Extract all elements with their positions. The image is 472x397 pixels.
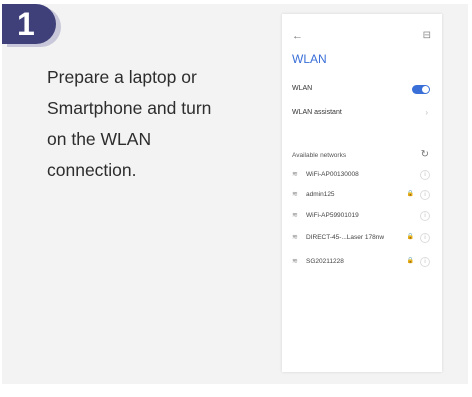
arrow-left-icon[interactable]: ← <box>292 30 303 42</box>
scan-icon[interactable]: ⊟ <box>423 30 431 42</box>
wlan-toggle-row[interactable]: WLAN <box>292 84 432 96</box>
wlan-toggle[interactable] <box>412 85 430 94</box>
chevron-right-icon: › <box>425 108 428 117</box>
step-number: 1 <box>17 6 35 42</box>
phone-topbar: ← ⊟ <box>282 30 442 44</box>
wlan-assistant-label: WLAN assistant <box>292 109 342 116</box>
instruction-line: connection. <box>47 160 137 180</box>
refresh-icon[interactable]: ↻ <box>421 149 429 160</box>
page-title: WLAN <box>292 52 327 66</box>
info-icon[interactable]: i <box>420 233 430 243</box>
wifi-icon: ≋ <box>292 212 298 219</box>
instruction-line: Smartphone and turn <box>47 98 212 118</box>
network-name: admin125 <box>306 191 335 198</box>
network-name: WiFi-AP00130008 <box>306 171 359 178</box>
network-item[interactable]: ≋ DIRECT-45-...Laser 178nw 🔒 i <box>292 233 432 245</box>
info-icon[interactable]: i <box>420 170 430 180</box>
instruction-line: on the WLAN <box>47 129 152 149</box>
lock-icon: 🔒 <box>406 234 414 240</box>
lock-icon: 🔒 <box>406 258 414 264</box>
wifi-icon: ≋ <box>292 258 298 265</box>
wlan-assistant-row[interactable]: WLAN assistant › <box>292 108 432 120</box>
network-name: DIRECT-45-...Laser 178nw <box>306 234 385 241</box>
network-name: SG20211228 <box>306 258 344 265</box>
info-icon[interactable]: i <box>420 211 430 221</box>
wifi-icon: ≋ <box>292 171 298 178</box>
network-item[interactable]: ≋ SG20211228 🔒 i <box>292 257 432 269</box>
network-name: WiFi-AP59901019 <box>306 212 359 219</box>
network-item[interactable]: ≋ admin125 🔒 i <box>292 190 432 202</box>
lock-icon: 🔒 <box>406 191 414 197</box>
wifi-icon: ≋ <box>292 234 298 241</box>
info-icon[interactable]: i <box>420 190 430 200</box>
instruction-text: Prepare a laptop or Smartphone and turn … <box>47 62 262 186</box>
info-icon[interactable]: i <box>420 257 430 267</box>
wifi-icon: ≋ <box>292 191 298 198</box>
phone-screenshot: ← ⊟ WLAN WLAN WLAN assistant › Available… <box>282 14 442 372</box>
wlan-row-label: WLAN <box>292 85 313 92</box>
network-item[interactable]: ≋ WiFi-AP59901019 i <box>292 211 432 223</box>
network-item[interactable]: ≋ WiFi-AP00130008 i <box>292 170 432 182</box>
step-number-badge: 1 <box>2 4 56 44</box>
available-networks-label: Available networks <box>292 152 347 159</box>
instruction-line: Prepare a laptop or <box>47 67 197 87</box>
